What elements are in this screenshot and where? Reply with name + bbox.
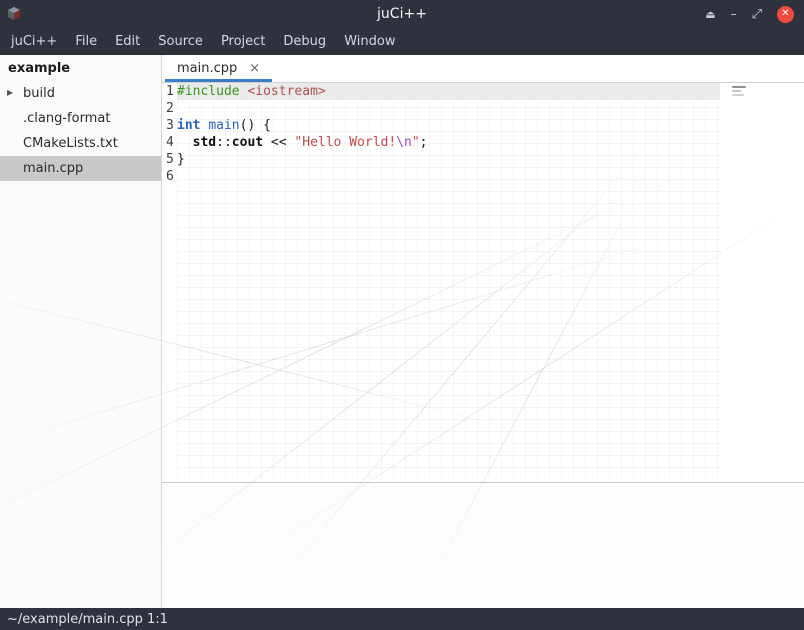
- code-token: [177, 135, 193, 150]
- code-token: "Hello World!: [294, 135, 396, 150]
- menu-item-debug[interactable]: Debug: [274, 28, 335, 55]
- line-number: 2: [162, 100, 177, 117]
- overview-mark: [732, 90, 741, 92]
- project-name: example: [0, 57, 161, 81]
- code-lines: 1 #include <iostream> 2 3 int main() { 4…: [162, 83, 804, 185]
- tree-item-build[interactable]: ▶ build: [0, 81, 161, 106]
- code-token: main: [208, 118, 239, 133]
- overview-mark: [732, 86, 746, 88]
- code-line-content: [177, 168, 720, 185]
- code-editor[interactable]: 1 #include <iostream> 2 3 int main() { 4…: [162, 83, 804, 483]
- tab-bar: main.cpp ×: [162, 55, 804, 83]
- code-line[interactable]: 3 int main() {: [162, 117, 804, 134]
- menu-item-project[interactable]: Project: [212, 28, 274, 55]
- restore-button[interactable]: ⤢: [752, 8, 762, 21]
- code-token: <iostream>: [247, 84, 325, 99]
- code-line-content: int main() {: [177, 117, 720, 134]
- line-number: 4: [162, 134, 177, 151]
- tree-item-main-cpp[interactable]: main.cpp: [0, 156, 161, 181]
- code-line-content: [177, 100, 720, 117]
- tab-main-cpp[interactable]: main.cpp ×: [165, 55, 272, 82]
- content-area: example ▶ build .clang-format CMakeLists…: [0, 55, 804, 608]
- close-button[interactable]: ✕: [777, 6, 794, 23]
- code-line[interactable]: 6: [162, 168, 804, 185]
- window-controls: ⏏ – ⤢ ✕: [705, 0, 794, 28]
- eject-button[interactable]: ⏏: [705, 9, 715, 20]
- code-token: ::: [216, 135, 232, 150]
- tree-item-clang-format[interactable]: .clang-format: [0, 106, 161, 131]
- tree-item-label: build: [23, 86, 55, 101]
- tree-item-label: .clang-format: [23, 111, 110, 126]
- code-line[interactable]: 5 }: [162, 151, 804, 168]
- tree-item-label: main.cpp: [23, 161, 83, 176]
- code-token: () {: [240, 118, 271, 133]
- line-number: 6: [162, 168, 177, 185]
- code-token: int: [177, 118, 200, 133]
- editor-column: main.cpp × 1 #include <iostream> 2: [162, 55, 804, 608]
- code-token: ;: [420, 135, 428, 150]
- app-logo-icon: [6, 6, 22, 22]
- overview-mark: [732, 94, 744, 96]
- code-token: <<: [263, 135, 294, 150]
- code-token: cout: [232, 135, 263, 150]
- menu-item-file[interactable]: File: [66, 28, 106, 55]
- minimize-button[interactable]: –: [731, 8, 737, 20]
- tree-item-label: CMakeLists.txt: [23, 136, 118, 151]
- menu-item-edit[interactable]: Edit: [106, 28, 149, 55]
- code-token: ": [412, 135, 420, 150]
- code-line-content: #include <iostream>: [177, 83, 720, 100]
- code-token: \n: [396, 135, 412, 150]
- menu-item-juci[interactable]: juCi++: [2, 28, 66, 55]
- line-number: 3: [162, 117, 177, 134]
- code-line[interactable]: 4 std::cout << "Hello World!\n";: [162, 134, 804, 151]
- expander-icon[interactable]: ▶: [7, 89, 13, 97]
- tree-item-cmakelists[interactable]: CMakeLists.txt: [0, 131, 161, 156]
- code-line-content: }: [177, 151, 720, 168]
- scroll-overview[interactable]: [732, 86, 746, 96]
- code-line-content: std::cout << "Hello World!\n";: [177, 134, 720, 151]
- file-tree-panel: example ▶ build .clang-format CMakeLists…: [0, 55, 162, 608]
- window-title: juCi++: [0, 6, 804, 22]
- code-token: }: [177, 152, 185, 167]
- status-file-position: ~/example/main.cpp 1:1: [7, 612, 168, 627]
- juci-window: juCi++ ⏏ – ⤢ ✕ juCi++ File Edit Source P…: [0, 0, 804, 630]
- tab-close-icon[interactable]: ×: [249, 61, 260, 76]
- menu-item-source[interactable]: Source: [149, 28, 212, 55]
- status-bar: ~/example/main.cpp 1:1: [0, 608, 804, 630]
- menubar: juCi++ File Edit Source Project Debug Wi…: [0, 28, 804, 55]
- code-line[interactable]: 2: [162, 100, 804, 117]
- code-token: std: [193, 135, 216, 150]
- terminal-pane[interactable]: [162, 483, 804, 608]
- titlebar: juCi++ ⏏ – ⤢ ✕: [0, 0, 804, 28]
- code-line[interactable]: 1 #include <iostream>: [162, 83, 804, 100]
- menu-item-window[interactable]: Window: [335, 28, 404, 55]
- tab-label: main.cpp: [177, 61, 237, 76]
- line-number: 1: [162, 83, 177, 100]
- code-token: #include: [177, 84, 240, 99]
- line-number: 5: [162, 151, 177, 168]
